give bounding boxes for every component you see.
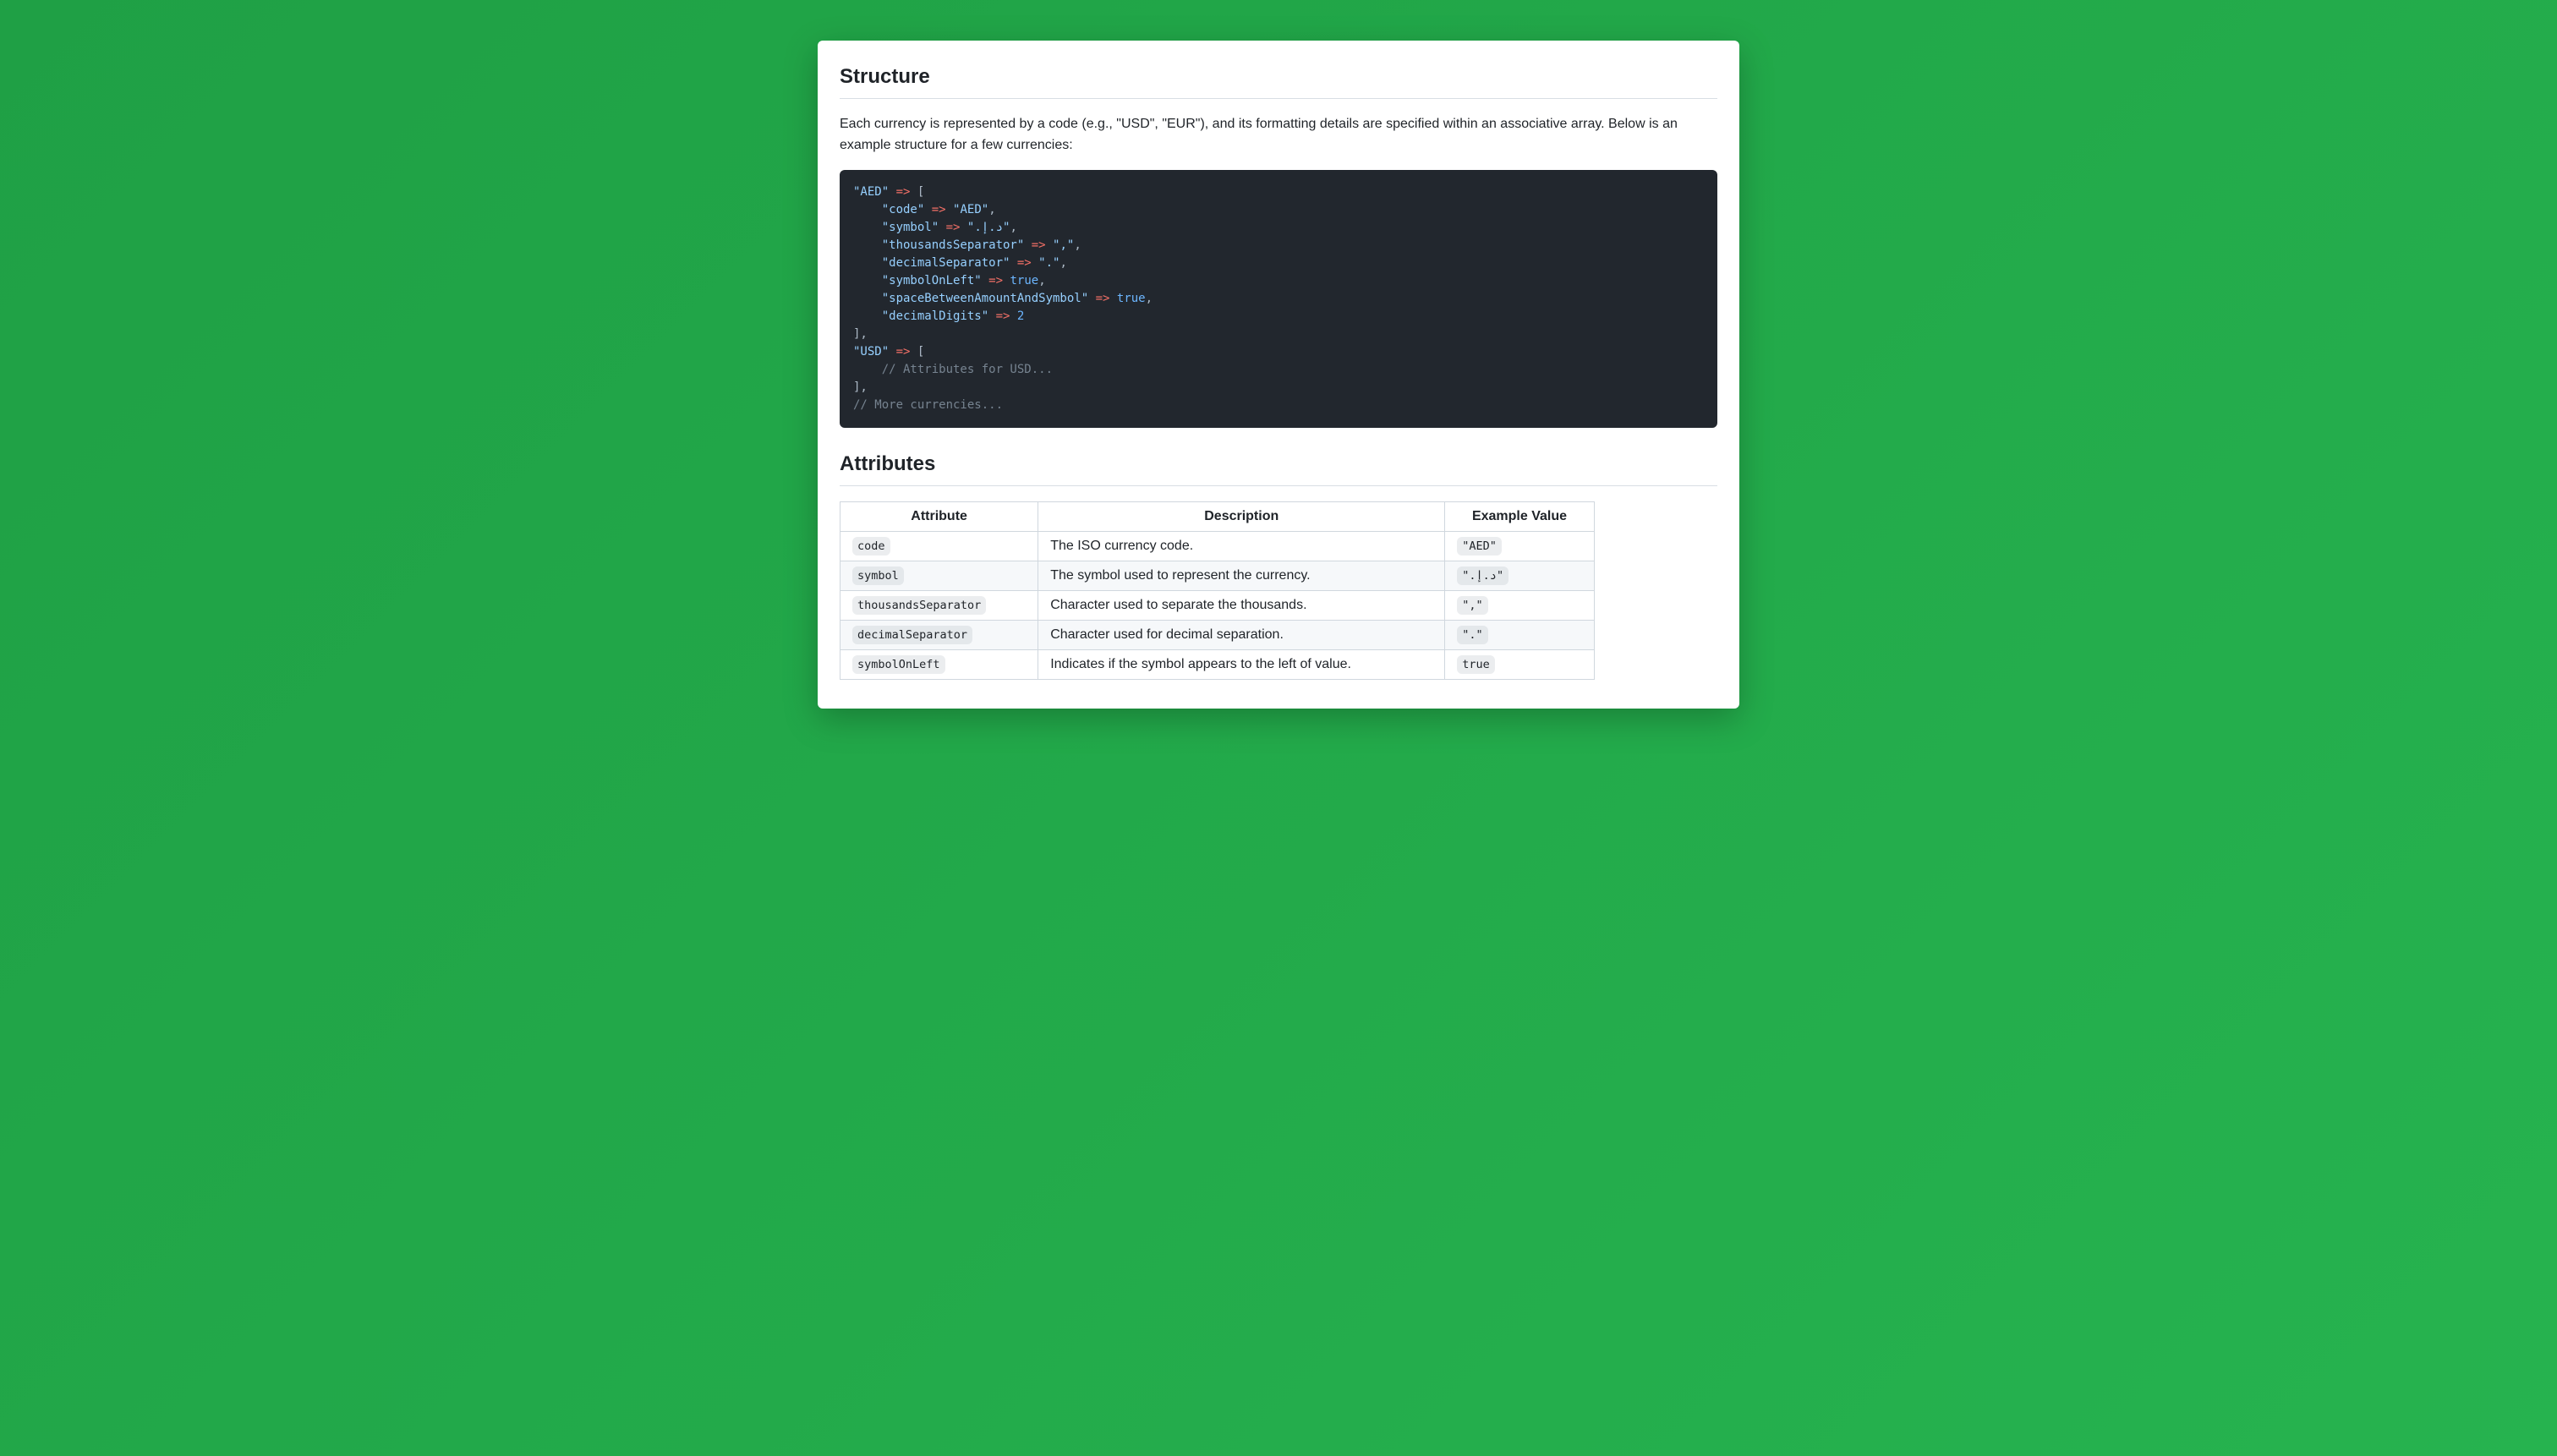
- code-token: =>: [1017, 256, 1032, 270]
- document-card: Structure Each currency is represented b…: [818, 41, 1739, 709]
- table-row: symbol The symbol used to represent the …: [840, 561, 1595, 590]
- attr-desc: Character used to separate the thousands…: [1038, 590, 1445, 620]
- code-token: "د.إ.‏": [967, 221, 1010, 234]
- code-token: ],: [853, 380, 868, 394]
- code-token: =>: [988, 274, 1003, 287]
- code-token: "AED": [953, 203, 988, 216]
- attr-desc: The ISO currency code.: [1038, 531, 1445, 561]
- table-header-attribute: Attribute: [840, 501, 1038, 531]
- attr-example: ".": [1457, 626, 1487, 644]
- attr-desc: Character used for decimal separation.: [1038, 620, 1445, 649]
- code-token: ",": [1053, 238, 1074, 252]
- code-token: =>: [932, 203, 946, 216]
- code-token: "decimalDigits": [882, 309, 988, 323]
- attr-code: code: [852, 537, 890, 556]
- attr-example: "AED": [1457, 537, 1502, 556]
- attr-code: thousandsSeparator: [852, 596, 986, 615]
- code-token: 2: [1017, 309, 1024, 323]
- code-token: =>: [996, 309, 1010, 323]
- structure-lead-paragraph: Each currency is represented by a code (…: [840, 114, 1717, 156]
- table-header-description: Description: [1038, 501, 1445, 531]
- attr-example: ",": [1457, 596, 1487, 615]
- code-comment: // Attributes for USD...: [882, 363, 1053, 376]
- table-row: thousandsSeparator Character used to sep…: [840, 590, 1595, 620]
- code-token: "symbolOnLeft": [882, 274, 982, 287]
- code-token: =>: [896, 185, 911, 199]
- code-token: "AED": [853, 185, 889, 199]
- code-token: ".": [1038, 256, 1059, 270]
- code-token: =>: [946, 221, 961, 234]
- attr-example: "د.إ.‏": [1457, 567, 1508, 585]
- attr-code: symbol: [852, 567, 904, 585]
- attr-code: decimalSeparator: [852, 626, 972, 644]
- code-token: "symbol": [882, 221, 939, 234]
- attr-desc: Indicates if the symbol appears to the l…: [1038, 649, 1445, 679]
- code-token: "thousandsSeparator": [882, 238, 1025, 252]
- code-token: [: [917, 185, 924, 199]
- code-token: "spaceBetweenAmountAndSymbol": [882, 292, 1088, 305]
- code-token: =>: [896, 345, 911, 359]
- code-token: ],: [853, 327, 868, 341]
- attr-desc: The symbol used to represent the currenc…: [1038, 561, 1445, 590]
- attributes-table: Attribute Description Example Value code…: [840, 501, 1595, 680]
- code-token: =>: [1032, 238, 1046, 252]
- attr-code: symbolOnLeft: [852, 655, 945, 674]
- code-token: "USD": [853, 345, 889, 359]
- section-heading-attributes: Attributes: [840, 452, 1717, 486]
- attr-example: true: [1457, 655, 1495, 674]
- code-token: true: [1010, 274, 1038, 287]
- table-row: decimalSeparator Character used for deci…: [840, 620, 1595, 649]
- table-row: symbolOnLeft Indicates if the symbol app…: [840, 649, 1595, 679]
- code-token: =>: [1096, 292, 1110, 305]
- code-comment: // More currencies...: [853, 398, 1003, 412]
- code-token: "decimalSeparator": [882, 256, 1010, 270]
- code-token: "code": [882, 203, 925, 216]
- code-token: [: [917, 345, 924, 359]
- table-row: code The ISO currency code. "AED": [840, 531, 1595, 561]
- code-token: true: [1117, 292, 1146, 305]
- section-heading-structure: Structure: [840, 64, 1717, 99]
- table-header-example: Example Value: [1445, 501, 1594, 531]
- code-example-block: "AED" => [ "code" => "AED", "symbol" => …: [840, 170, 1717, 428]
- table-header-row: Attribute Description Example Value: [840, 501, 1595, 531]
